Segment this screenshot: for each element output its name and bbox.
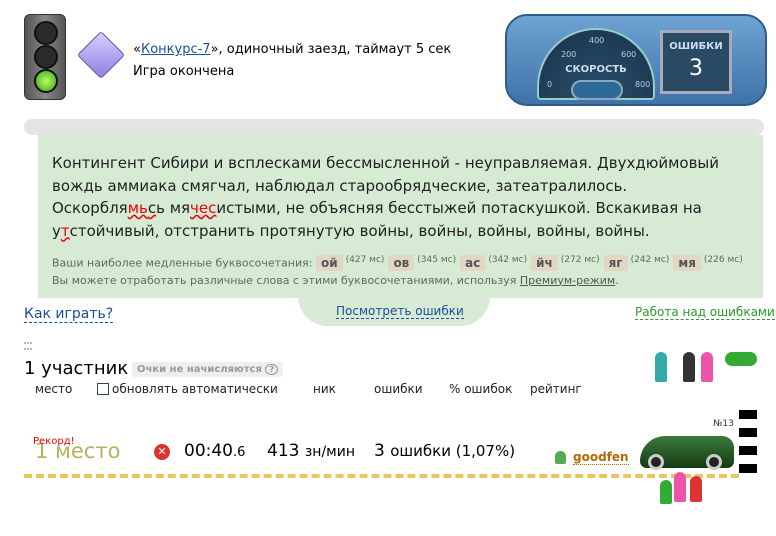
slow-label: Ваши наиболее медленные буквосочетания: bbox=[52, 256, 313, 270]
speed: 413 зн/мин bbox=[267, 441, 355, 461]
col-percent: % ошибок bbox=[449, 382, 513, 396]
combo: ов bbox=[388, 254, 415, 271]
car-number: №13 bbox=[713, 419, 734, 429]
col-place: место bbox=[35, 382, 73, 396]
game-status: Игра окончена bbox=[133, 64, 235, 79]
drag-handle[interactable] bbox=[24, 342, 32, 350]
errors: 3 ошибки (1,07%) bbox=[374, 441, 515, 461]
errors-box: ОШИБКИ 3 bbox=[660, 30, 732, 94]
no-points-badge: Очки не начисляются ? bbox=[132, 362, 284, 377]
combo-ms: (427 мс) bbox=[345, 255, 385, 265]
premium-link[interactable]: Премиум-режим bbox=[520, 274, 615, 287]
game-info: «Конкурс-7», одиночный заезд, таймаут 5 … bbox=[133, 39, 451, 83]
col-errors: ошибки bbox=[374, 382, 423, 396]
typo: т bbox=[60, 221, 70, 240]
tick: 200 bbox=[561, 50, 577, 59]
combo-ms: (345 мс) bbox=[417, 255, 457, 265]
dot: . bbox=[615, 273, 619, 287]
combo: мя bbox=[673, 254, 701, 271]
typed-text: Контингент Сибири и всплесками бессмысле… bbox=[52, 152, 742, 242]
how-to-play-link[interactable]: Как играть? bbox=[24, 306, 114, 323]
auto-update-checkbox[interactable]: обновлять автоматически bbox=[97, 382, 278, 396]
time-frac: .6 bbox=[233, 445, 246, 460]
combo-ms: (342 мс) bbox=[488, 255, 528, 265]
game-mode-icon bbox=[76, 30, 126, 80]
slow-combos: Ваши наиболее медленные буквосочетания: … bbox=[52, 252, 747, 289]
errors-num: 3 bbox=[374, 441, 385, 461]
combo-ms: (226 мс) bbox=[703, 255, 743, 265]
view-errors-link[interactable]: Посмотреть ошибки bbox=[336, 304, 464, 319]
tick: 800 bbox=[635, 80, 651, 89]
error-icon: ✕ bbox=[154, 444, 170, 460]
race-info: », одиночный заезд, таймаут 5 сек bbox=[210, 42, 452, 57]
spectators-icon bbox=[655, 352, 765, 384]
combo: яг bbox=[603, 254, 628, 271]
no-points-text: Очки не начисляются bbox=[137, 364, 262, 375]
combo-ms: (272 мс) bbox=[560, 255, 600, 265]
time-main: 00:40 bbox=[184, 441, 233, 461]
text-part: ь мя bbox=[156, 199, 191, 217]
road-line bbox=[24, 474, 739, 478]
user-avatar-icon bbox=[555, 451, 566, 464]
work-on-errors-link[interactable]: Работа над ошибками bbox=[635, 305, 775, 320]
speed-display bbox=[571, 80, 623, 100]
speed-label: СКОРОСТЬ bbox=[565, 64, 627, 75]
tick: 600 bbox=[621, 50, 637, 59]
quote: « bbox=[133, 42, 141, 57]
finish-flag bbox=[739, 410, 757, 482]
speed-unit: зн/мин bbox=[304, 444, 355, 460]
tick: 400 bbox=[589, 36, 605, 45]
errors-text: ошибки (1,07%) bbox=[390, 442, 516, 460]
cheering-people-icon bbox=[660, 470, 704, 506]
col-rating: рейтинг bbox=[530, 382, 582, 396]
typo: мь bbox=[127, 199, 148, 217]
tick: 0 bbox=[547, 80, 553, 89]
text-part: с bbox=[147, 199, 157, 217]
hint: Вы можете отработать различные слова с э… bbox=[52, 273, 520, 287]
record-label: Рекорд! bbox=[33, 436, 75, 447]
speedometer: 0 200 400 600 800 СКОРОСТЬ bbox=[537, 28, 655, 100]
user-nick-link[interactable]: goodfen bbox=[573, 450, 629, 465]
auto-update-label: обновлять автоматически bbox=[112, 382, 278, 396]
speed-value: 413 bbox=[267, 441, 300, 461]
traffic-light bbox=[24, 14, 66, 100]
combo-ms: (242 мс) bbox=[630, 255, 670, 265]
help-icon[interactable]: ? bbox=[265, 364, 279, 375]
dashboard: 0 200 400 600 800 СКОРОСТЬ ОШИБКИ 3 bbox=[505, 14, 767, 106]
combo: йч bbox=[531, 254, 558, 271]
contest-link[interactable]: Конкурс-7 bbox=[141, 42, 211, 57]
typo: чес bbox=[190, 199, 217, 217]
time: 00:40.6 bbox=[184, 441, 245, 461]
errors-label: ОШИБКИ bbox=[669, 41, 723, 52]
panel-header bbox=[24, 119, 764, 135]
car-icon bbox=[640, 436, 734, 470]
combo: ас bbox=[460, 254, 486, 271]
text-part: стойчивый, отстранить протянутую войны, … bbox=[69, 221, 650, 240]
combo: ой bbox=[315, 254, 343, 271]
col-nick: ник bbox=[313, 382, 336, 396]
errors-value: 3 bbox=[689, 56, 703, 81]
participants-count: 1 участник bbox=[24, 358, 129, 379]
